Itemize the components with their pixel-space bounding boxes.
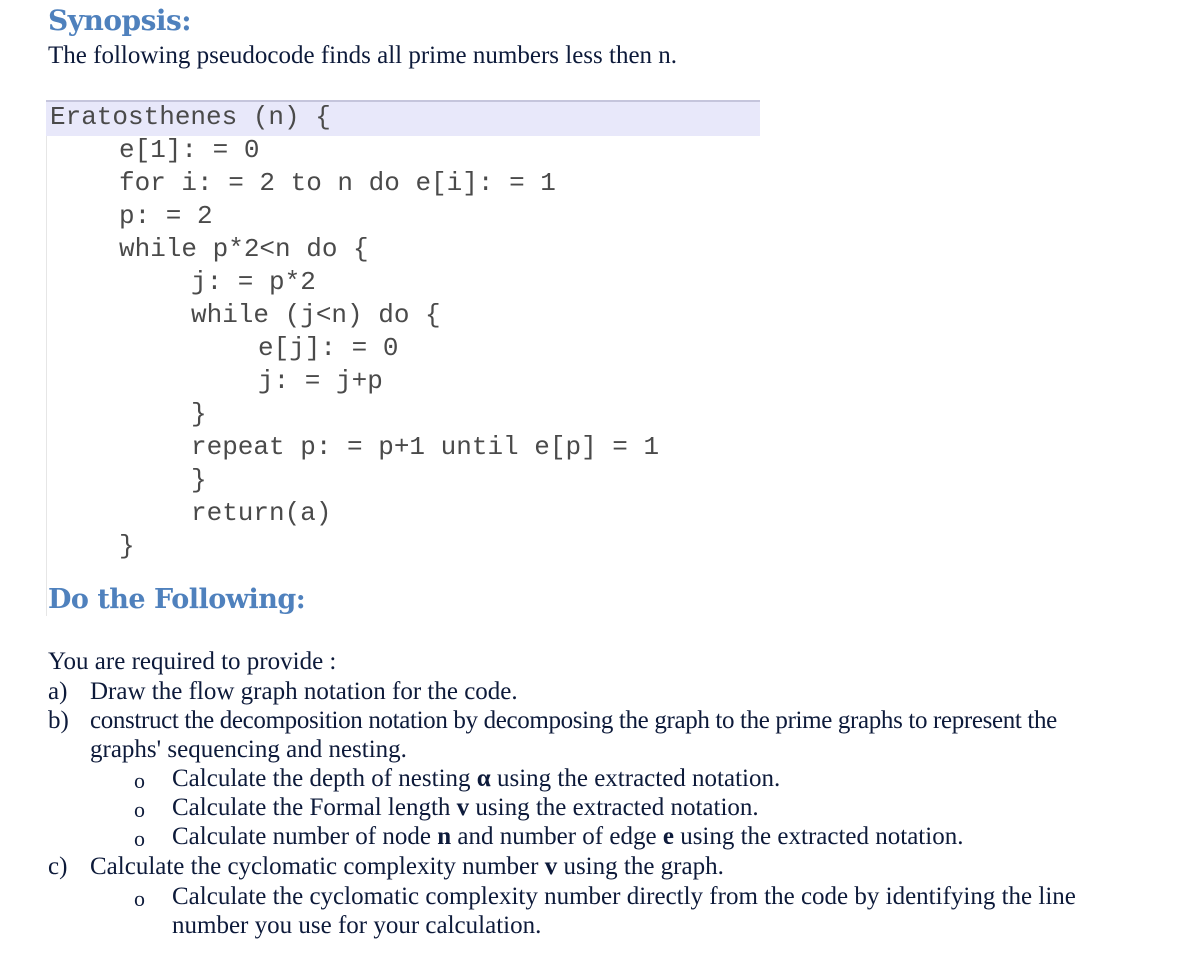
item-b-bullet-2: Calculate the Formal length v using the … (172, 794, 759, 822)
item-c-bullet-1-line2: number you use for your calculation. (172, 912, 542, 939)
text: Calculate number of node (172, 823, 438, 850)
item-b-bullet-1: Calculate the depth of nesting α using t… (172, 765, 780, 793)
synopsis-text: The following pseudocode finds all prime… (48, 42, 678, 69)
item-b-bullet-3: Calculate number of node n and number of… (172, 823, 963, 851)
code-gutter-line (46, 136, 47, 616)
e-symbol: e (662, 823, 674, 850)
bullet-icon: o (134, 797, 145, 822)
text: Calculate the Formal length (172, 794, 457, 821)
code-line-14: } (119, 531, 135, 561)
code-line-13: return(a) (191, 498, 332, 528)
v-symbol: v (544, 853, 558, 880)
n-symbol: n (437, 823, 452, 850)
tasks-intro: You are required to provide : (48, 648, 337, 675)
text: Calculate the depth of nesting (172, 765, 477, 792)
item-b-text-line2: graphs' sequencing and nesting. (90, 736, 407, 763)
code-line-6: j: = p*2 (191, 267, 316, 297)
code-line-2: e[1]: = 0 (119, 135, 260, 165)
item-a-text: Draw the flow graph notation for the cod… (90, 678, 518, 705)
v-symbol: v (456, 794, 470, 821)
alpha-symbol: α (476, 765, 491, 792)
item-c-text: Calculate the cyclomatic complexity numb… (90, 853, 724, 881)
synopsis-heading: Synopsis: (48, 4, 192, 37)
pseudocode-block: Eratosthenes (n) { e[1]: = 0 for i: = 2 … (46, 100, 760, 616)
code-line-4: p: = 2 (119, 201, 213, 231)
bullet-icon: o (134, 768, 145, 793)
item-c-bullet-1-line1: Calculate the cyclomatic complexity numb… (172, 883, 1076, 910)
text: using the extracted notation. (490, 765, 781, 792)
text: using the graph. (557, 853, 724, 880)
code-line-1: Eratosthenes (n) { (50, 102, 331, 132)
text: Calculate the cyclomatic complexity numb… (90, 853, 545, 880)
bullet-icon: o (134, 886, 145, 911)
code-line-7: while (j<n) do { (191, 300, 441, 330)
text: using the extracted notation. (673, 823, 964, 850)
tasks-heading: Do the Following: (48, 584, 306, 615)
code-line-10: } (191, 399, 207, 429)
code-line-8: e[j]: = 0 (258, 333, 399, 363)
code-line-12: } (191, 465, 207, 495)
text: using the extracted notation. (469, 794, 759, 821)
code-line-9: j: = j+p (258, 366, 383, 396)
text: and number of edge (451, 823, 663, 850)
item-b-marker: b) (48, 707, 69, 734)
code-line-5: while p*2<n do { (119, 234, 369, 264)
item-c-marker: c) (48, 853, 68, 880)
code-line-11: repeat p: = p+1 until e[p] = 1 (191, 432, 660, 462)
item-a-marker: a) (48, 678, 68, 705)
code-line-3: for i: = 2 to n do e[i]: = 1 (119, 168, 556, 198)
bullet-icon: o (134, 826, 145, 851)
item-b-text-line1: construct the decomposition notation by … (90, 707, 1057, 734)
